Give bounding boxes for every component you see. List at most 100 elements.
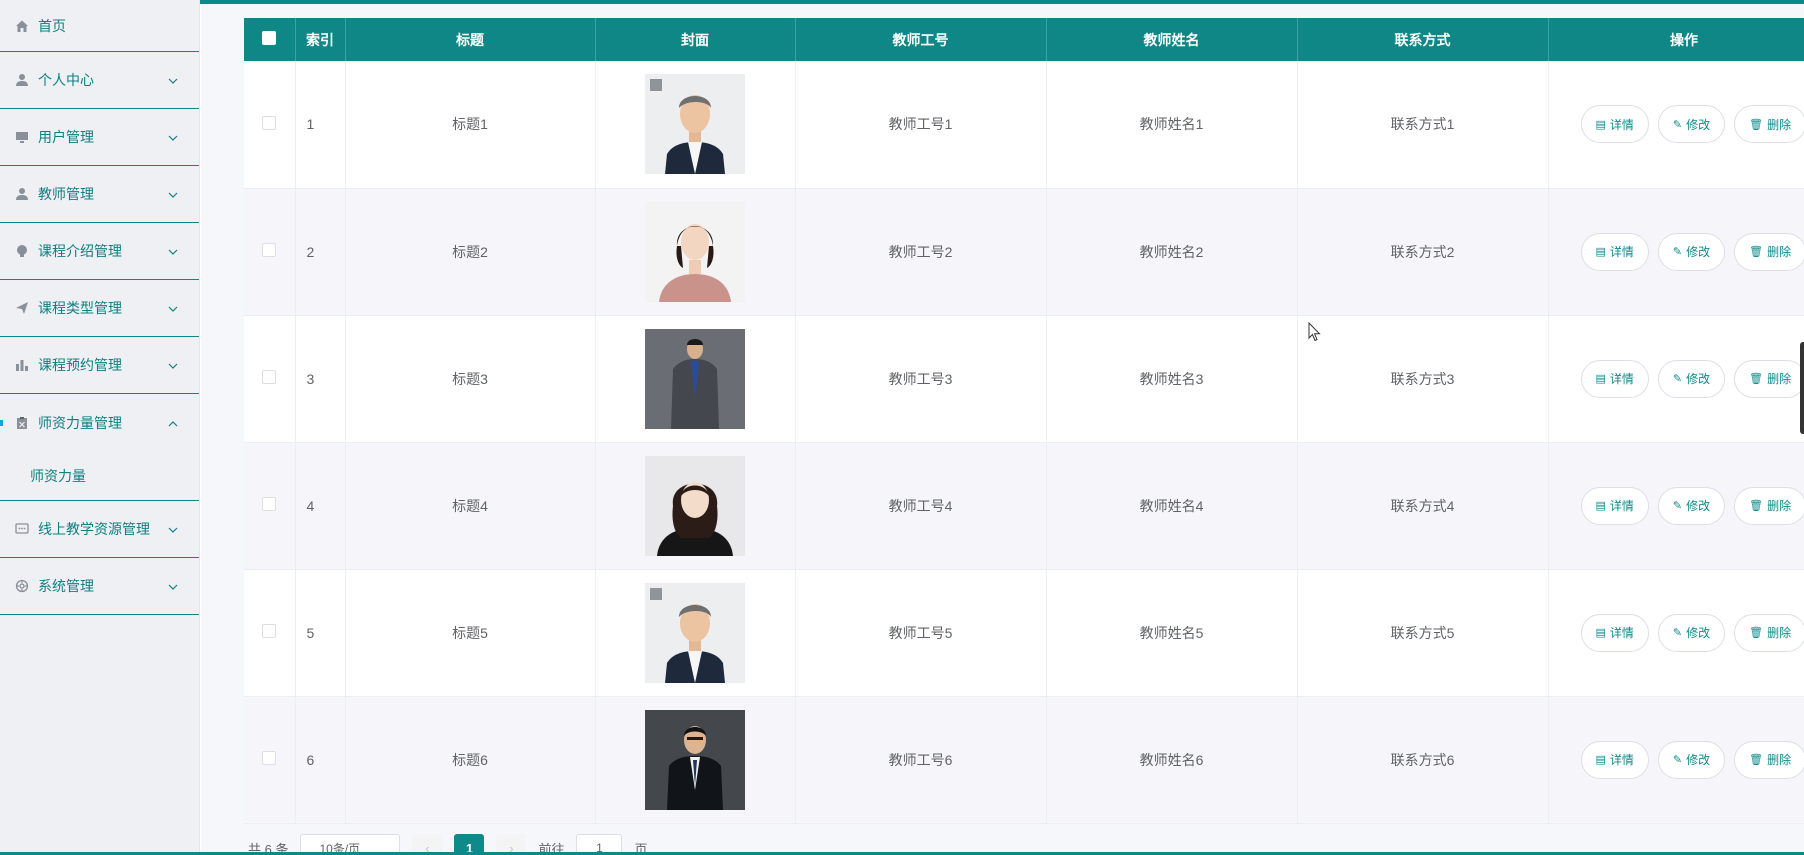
sidebar-item-label: 个人中心 xyxy=(38,72,94,88)
sidebar-item-home[interactable]: 首页 xyxy=(0,0,199,52)
data-table: 索引 标题 封面 教师工号 教师姓名 联系方式 操作 1 标题1 教师工号1 教… xyxy=(244,18,1804,824)
row-cover-cell xyxy=(595,696,796,824)
row-teacher-id: 教师工号5 xyxy=(795,569,1047,697)
detail-button[interactable]: ▤ 详情 xyxy=(1580,740,1649,779)
row-teacher-id: 教师工号6 xyxy=(795,696,1047,824)
delete-button[interactable]: 🗑 删除 xyxy=(1734,232,1804,271)
row-actions: ▤ 详情 ✎ 修改 🗑 删除 xyxy=(1548,442,1804,570)
trash-icon: 🗑 xyxy=(1749,118,1764,131)
sidebar-item-faculty[interactable]: 师资力量管理 xyxy=(0,394,199,451)
row-actions: ▤ 详情 ✎ 修改 🗑 删除 xyxy=(1548,696,1804,824)
home-icon xyxy=(14,18,30,34)
document-icon: ▤ xyxy=(1595,118,1606,131)
select-all-cell xyxy=(244,18,296,61)
row-checkbox[interactable] xyxy=(262,115,277,130)
row-checkbox[interactable] xyxy=(262,497,277,511)
sidebar-item-system[interactable]: 系统管理 xyxy=(0,558,199,615)
scrollbar-handle[interactable] xyxy=(1800,342,1804,434)
row-title: 标题1 xyxy=(345,61,596,189)
sidebar-item-label: 用户管理 xyxy=(38,129,94,145)
row-index: 3 xyxy=(295,315,346,443)
row-teacher-id: 教师工号1 xyxy=(795,61,1047,189)
row-actions: ▤ 详情 ✎ 修改 🗑 删除 xyxy=(1548,569,1804,697)
chevron-down-icon xyxy=(168,71,178,89)
row-index: 5 xyxy=(295,569,346,697)
chevron-up-icon xyxy=(168,414,178,432)
sidebar-item-users[interactable]: 用户管理 xyxy=(0,109,199,166)
edit-button[interactable]: ✎ 修改 xyxy=(1657,740,1726,779)
chevron-down-icon xyxy=(168,577,178,595)
row-teacher-name: 教师姓名6 xyxy=(1046,696,1298,824)
row-title: 标题4 xyxy=(345,442,596,570)
document-icon: ▤ xyxy=(1595,373,1606,385)
document-icon: ▤ xyxy=(1595,754,1606,766)
sidebar-item-label: 首页 xyxy=(38,17,66,34)
detail-button[interactable]: ▤ 详情 xyxy=(1580,105,1649,144)
chevron-down-icon xyxy=(168,356,178,374)
row-contact: 联系方式6 xyxy=(1297,696,1549,824)
chevron-down-icon xyxy=(168,128,178,146)
detail-button[interactable]: ▤ 详情 xyxy=(1580,359,1649,398)
row-cover-cell xyxy=(595,188,796,316)
sidebar-item-label: 线上教学资源管理 xyxy=(38,521,150,537)
column-header-index[interactable]: 索引 xyxy=(295,18,346,61)
user-icon xyxy=(14,186,30,202)
detail-button[interactable]: ▤ 详情 xyxy=(1580,232,1649,271)
sidebar-item-label: 教师管理 xyxy=(38,186,94,202)
sidebar-item-course-booking[interactable]: 课程预约管理 xyxy=(0,337,199,394)
edit-button[interactable]: ✎ 修改 xyxy=(1657,232,1726,271)
row-contact: 联系方式5 xyxy=(1297,569,1549,697)
trash-icon: 🗑 xyxy=(1749,627,1764,639)
row-checkbox[interactable] xyxy=(262,624,277,638)
sidebar-item-course-intro[interactable]: 课程介绍管理 xyxy=(0,223,199,280)
monitor-icon xyxy=(14,129,30,145)
sidebar-item-label: 师资力量管理 xyxy=(38,414,122,431)
cover-image xyxy=(645,455,745,556)
sidebar-item-profile[interactable]: 个人中心 xyxy=(0,52,199,109)
sidebar-item-course-types[interactable]: 课程类型管理 xyxy=(0,280,199,337)
select-all-checkbox[interactable] xyxy=(262,31,277,45)
column-header-title[interactable]: 标题 xyxy=(345,18,596,61)
row-teacher-id: 教师工号4 xyxy=(795,442,1047,570)
chevron-down-icon xyxy=(168,242,178,260)
detail-button[interactable]: ▤ 详情 xyxy=(1580,486,1649,525)
settings-icon xyxy=(14,578,30,594)
row-checkbox[interactable] xyxy=(262,751,277,765)
column-header-teacher-name[interactable]: 教师姓名 xyxy=(1046,18,1298,61)
detail-button[interactable]: ▤ 详情 xyxy=(1580,613,1649,652)
edit-button[interactable]: ✎ 修改 xyxy=(1657,486,1726,525)
sidebar-item-online-resources[interactable]: 线上教学资源管理 xyxy=(0,501,199,558)
delete-button[interactable]: 🗑 删除 xyxy=(1734,486,1804,525)
row-contact: 联系方式4 xyxy=(1297,442,1549,570)
edit-button[interactable]: ✎ 修改 xyxy=(1657,359,1726,398)
row-checkbox[interactable] xyxy=(262,370,277,384)
sidebar-item-label: 系统管理 xyxy=(38,578,94,594)
row-index: 1 xyxy=(295,61,346,189)
send-icon xyxy=(14,300,30,316)
row-contact: 联系方式3 xyxy=(1297,315,1549,443)
delete-button[interactable]: 🗑 删除 xyxy=(1734,740,1804,779)
chevron-down-icon xyxy=(168,185,178,203)
delete-button[interactable]: 🗑 删除 xyxy=(1734,359,1804,398)
edit-button[interactable]: ✎ 修改 xyxy=(1657,613,1726,652)
table-header-row: 索引 标题 封面 教师工号 教师姓名 联系方式 操作 xyxy=(244,18,1804,61)
row-teacher-name: 教师姓名2 xyxy=(1046,188,1298,316)
column-header-cover[interactable]: 封面 xyxy=(595,18,796,61)
user-icon xyxy=(14,72,30,88)
sidebar-subitem-faculty[interactable]: 师资力量 xyxy=(0,451,199,501)
table-row: 6 标题6 教师工号6 教师姓名6 联系方式6 ▤ 详情 ✎ 修改 🗑 删除 xyxy=(244,696,1804,824)
row-cover-cell xyxy=(595,442,796,570)
document-icon: ▤ xyxy=(1595,627,1606,639)
sidebar-item-teachers[interactable]: 教师管理 xyxy=(0,166,199,223)
edit-button[interactable]: ✎ 修改 xyxy=(1657,105,1726,144)
column-header-contact[interactable]: 联系方式 xyxy=(1297,18,1549,61)
bulb-icon xyxy=(14,243,30,259)
delete-button[interactable]: 🗑 删除 xyxy=(1734,105,1804,144)
row-checkbox[interactable] xyxy=(262,243,277,257)
column-header-teacher-id[interactable]: 教师工号 xyxy=(795,18,1047,61)
cover-image xyxy=(645,328,745,429)
table-row: 3 标题3 教师工号3 教师姓名3 联系方式3 ▤ 详情 ✎ 修改 🗑 删除 xyxy=(244,315,1804,443)
edit-icon: ✎ xyxy=(1672,500,1683,512)
row-actions: ▤ 详情 ✎ 修改 🗑 删除 xyxy=(1548,61,1804,189)
delete-button[interactable]: 🗑 删除 xyxy=(1734,613,1804,652)
